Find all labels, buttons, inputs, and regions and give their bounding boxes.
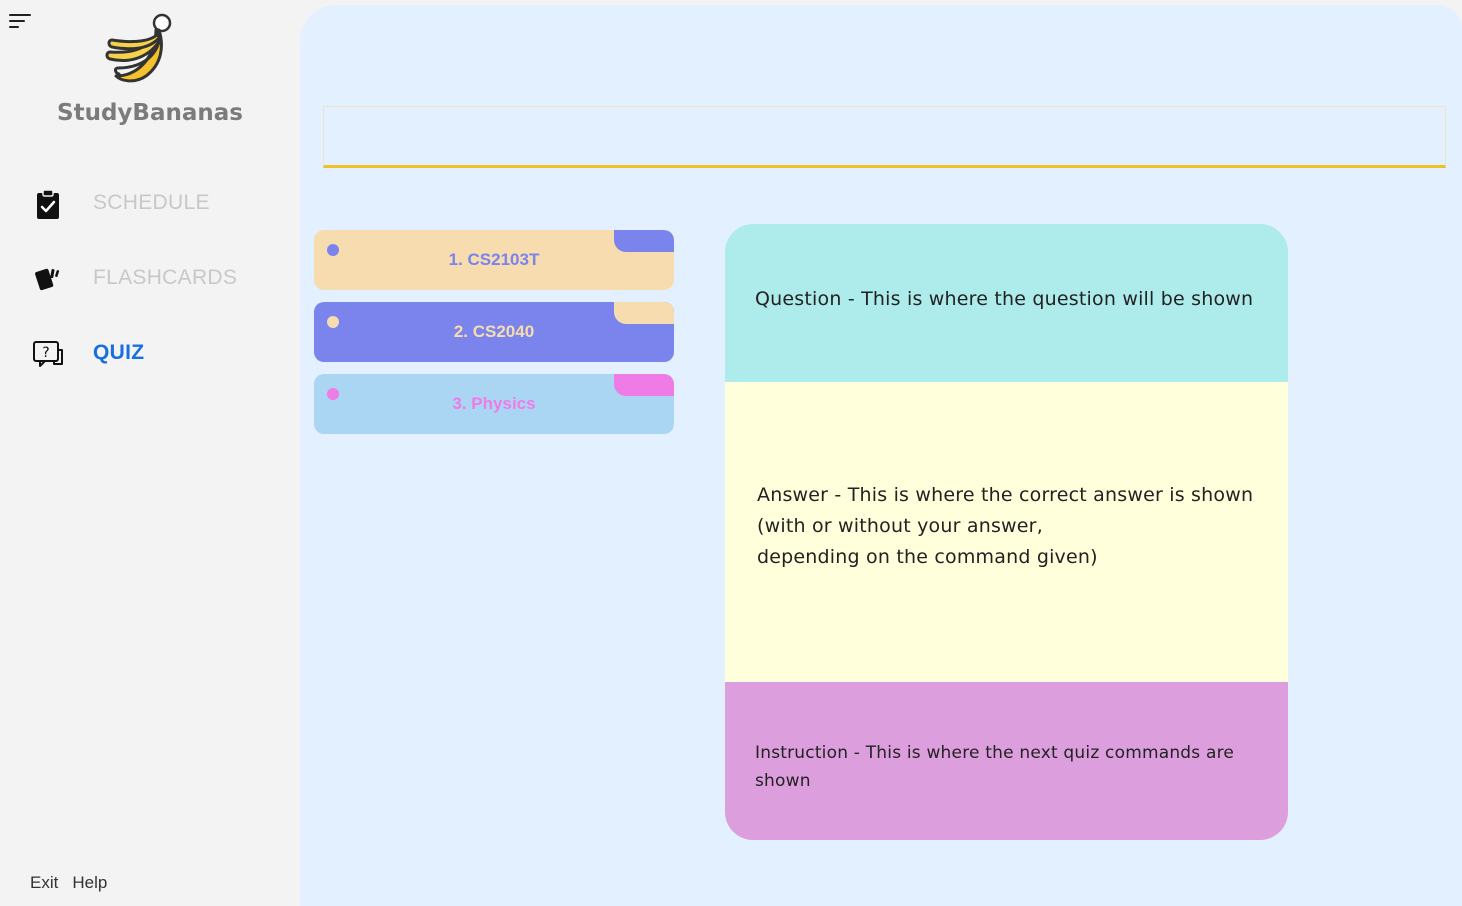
deck-tag <box>614 302 674 324</box>
main-panel: 1. CS2103T 2. CS2040 3. Physics Question -… <box>300 5 1462 906</box>
quiz-card: Question - This is where the question wi… <box>725 224 1288 840</box>
sidebar: StudyBananas SCHEDULE FLASHCARDS ? QUIZ … <box>0 0 300 906</box>
nav-label-quiz: QUIZ <box>93 341 145 364</box>
question-text: Question - This is where the question wi… <box>755 288 1254 310</box>
question-section: Question - This is where the question wi… <box>725 224 1288 382</box>
help-menu[interactable]: Help <box>72 873 107 892</box>
deck-tag <box>614 230 674 252</box>
deck-tag <box>614 374 674 396</box>
instruction-section: Instruction - This is where the next qui… <box>725 682 1288 840</box>
deck-label: 3. Physics <box>452 394 536 413</box>
answer-section: Answer - This is where the correct answe… <box>725 382 1288 682</box>
deck-item[interactable]: 3. Physics <box>314 374 674 434</box>
answer-text: Answer - This is where the correct answe… <box>757 484 1254 568</box>
nav-item-quiz[interactable]: ? QUIZ <box>0 329 300 379</box>
menu-icon[interactable] <box>9 14 31 30</box>
cards-icon <box>35 268 60 291</box>
svg-text:?: ? <box>42 345 49 361</box>
nav-item-schedule[interactable]: SCHEDULE <box>0 179 300 229</box>
nav-label-schedule: SCHEDULE <box>93 191 210 214</box>
footer-links: Exit Help <box>30 873 121 893</box>
deck-label: 2. CS2040 <box>453 322 535 341</box>
deck-item[interactable]: 1. CS2103T <box>314 230 674 290</box>
deck-label: 1. CS2103T <box>448 250 540 269</box>
app-window: StudyBananas SCHEDULE FLASHCARDS ? QUIZ … <box>0 0 1462 906</box>
clipboard-check-icon <box>37 189 59 219</box>
command-input[interactable] <box>323 106 1446 168</box>
banana-logo-icon <box>105 13 172 83</box>
nav-label-flashcards: FLASHCARDS <box>93 266 238 289</box>
exit-menu[interactable]: Exit <box>30 873 58 892</box>
nav-item-flashcards[interactable]: FLASHCARDS <box>0 254 300 304</box>
deck-item[interactable]: 2. CS2040 <box>314 302 674 362</box>
quiz-question-icon: ? <box>33 341 63 367</box>
instruction-text: Instruction - This is where the next qui… <box>755 743 1235 791</box>
brand-name: StudyBananas <box>57 100 243 126</box>
